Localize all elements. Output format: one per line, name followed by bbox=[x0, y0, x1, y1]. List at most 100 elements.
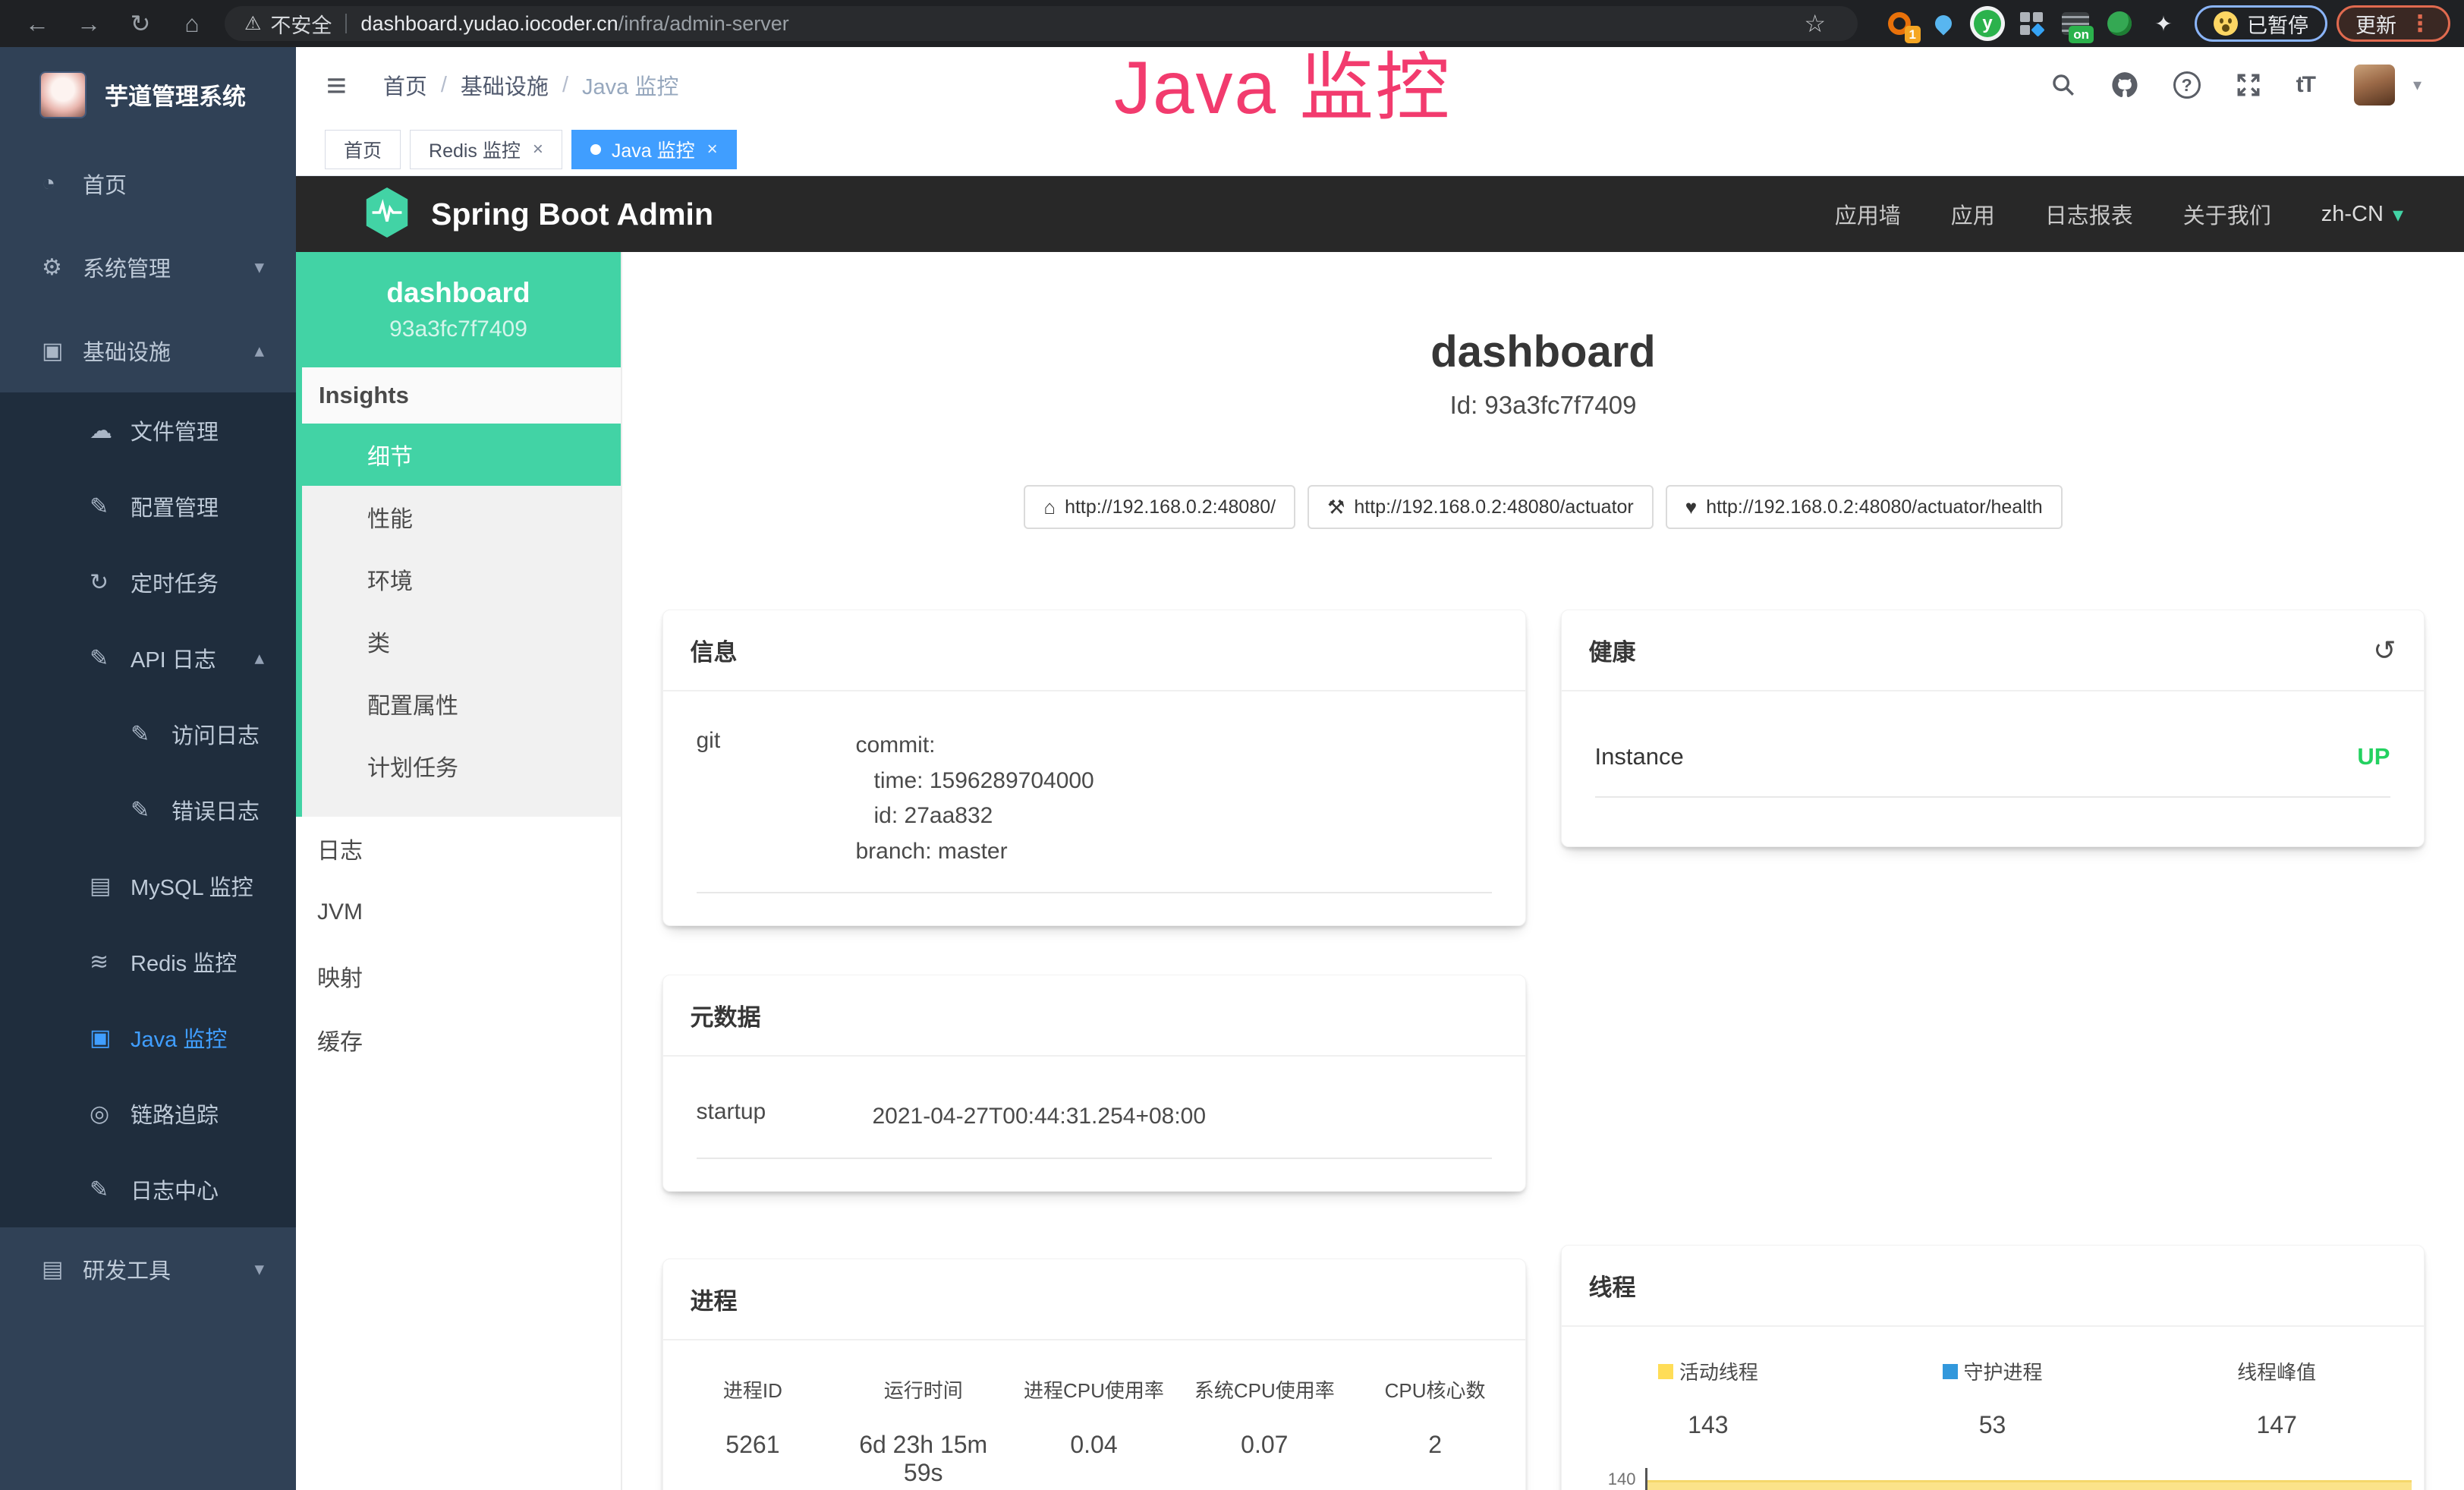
sidebar-item-scheduled-tasks[interactable]: ↻ 定时任务 bbox=[0, 544, 296, 620]
back-icon[interactable]: ← bbox=[23, 10, 52, 38]
process-col-header: 系统CPU使用率 bbox=[1179, 1375, 1350, 1403]
sba-item-mappings[interactable]: 映射 bbox=[296, 944, 621, 1008]
close-icon[interactable]: × bbox=[533, 139, 543, 160]
chevron-down-icon: ▾ bbox=[2393, 202, 2403, 227]
process-col-header: CPU核心数 bbox=[1350, 1375, 1521, 1403]
active-dot-icon bbox=[590, 144, 601, 155]
dashboard-icon: ◔ bbox=[42, 171, 83, 197]
actuator-url-button[interactable]: ⚒ http://192.168.0.2:48080/actuator bbox=[1308, 485, 1654, 529]
bookmark-star-icon[interactable]: ☆ bbox=[1804, 9, 1826, 38]
metadata-panel: 元数据 startup 2021-04-27T00:44:31.254+08:0… bbox=[662, 975, 1526, 1192]
github-icon[interactable] bbox=[2111, 71, 2138, 99]
app-logo bbox=[39, 71, 87, 118]
sba-nav-applications[interactable]: 应用 bbox=[1951, 198, 1995, 230]
java-monitor-annotation: Java 监控 bbox=[1114, 27, 1451, 135]
legend-label: 活动线程 bbox=[1679, 1357, 1758, 1385]
instance-id: 93a3fc7f7409 bbox=[389, 317, 527, 342]
locale-label: zh-CN bbox=[2321, 202, 2384, 227]
reload-icon[interactable]: ↻ bbox=[126, 9, 155, 38]
omnibox-divider bbox=[345, 14, 347, 33]
sba-item-caches[interactable]: 缓存 bbox=[296, 1008, 621, 1072]
sba-item-environment[interactable]: 环境 bbox=[302, 548, 621, 610]
extension-icon-orange-c[interactable]: 1 bbox=[1884, 8, 1915, 39]
sba-brand-title[interactable]: Spring Boot Admin bbox=[431, 197, 713, 232]
extension-icon-list-on[interactable]: on bbox=[2060, 8, 2091, 39]
close-icon[interactable]: × bbox=[707, 139, 718, 160]
metadata-row-value: 2021-04-27T00:44:31.254+08:00 bbox=[873, 1099, 1207, 1135]
sidebar-item-infrastructure[interactable]: ▣ 基础设施 ▴ bbox=[0, 309, 296, 392]
info-panel-title: 信息 bbox=[691, 633, 738, 667]
sidebar-item-label: 系统管理 bbox=[83, 251, 171, 283]
sidebar-item-access-logs[interactable]: ✎ 访问日志 bbox=[0, 696, 296, 772]
sidebar-item-error-logs[interactable]: ✎ 错误日志 bbox=[0, 772, 296, 848]
not-secure-warning-icon[interactable]: ⚠ bbox=[244, 12, 261, 35]
history-icon[interactable]: ↺ bbox=[2373, 635, 2396, 666]
tab-home[interactable]: 首页 bbox=[325, 130, 401, 169]
sba-item-metrics[interactable]: 性能 bbox=[302, 486, 621, 548]
font-size-icon[interactable]: tT bbox=[2296, 72, 2315, 98]
process-col-header: 运行时间 bbox=[838, 1375, 1009, 1403]
chevron-down-icon: ▾ bbox=[254, 1258, 264, 1281]
search-icon[interactable] bbox=[2050, 72, 2076, 98]
metadata-row-label: startup bbox=[697, 1099, 873, 1135]
extension-icon-green-leaf[interactable] bbox=[2104, 8, 2135, 39]
forward-icon[interactable]: → bbox=[74, 10, 103, 38]
legend-value: 143 bbox=[1566, 1411, 1851, 1439]
address-bar[interactable]: ⚠ 不安全 dashboard.yudao.iocoder.cn /infra/… bbox=[225, 6, 1858, 41]
sba-item-classes[interactable]: 类 bbox=[302, 610, 621, 673]
sba-item-config-props[interactable]: 配置属性 bbox=[302, 673, 621, 735]
extension-icon-grid[interactable] bbox=[2016, 8, 2047, 39]
app-brand[interactable]: 芋道管理系统 bbox=[0, 47, 296, 142]
legend-swatch-active-threads bbox=[1658, 1364, 1673, 1379]
avatar[interactable] bbox=[2354, 65, 2395, 106]
breadcrumb-home[interactable]: 首页 bbox=[383, 69, 427, 101]
sba-item-scheduled-tasks[interactable]: 计划任务 bbox=[302, 735, 621, 797]
paused-button[interactable]: 已暂停 bbox=[2195, 5, 2327, 42]
sba-item-logs[interactable]: 日志 bbox=[296, 817, 621, 880]
breadcrumb-separator: / bbox=[562, 73, 568, 98]
breadcrumb-infrastructure[interactable]: 基础设施 bbox=[461, 69, 549, 101]
extension-icon-y[interactable]: y bbox=[1972, 8, 2003, 39]
help-icon[interactable]: ? bbox=[2173, 71, 2201, 99]
sidebar-item-log-center[interactable]: ✎ 日志中心 bbox=[0, 1151, 296, 1227]
collapse-sidebar-icon[interactable]: ≡ bbox=[326, 65, 347, 106]
tab-redis-monitor[interactable]: Redis 监控 × bbox=[410, 130, 562, 169]
sidebar-item-api-logs[interactable]: ✎ API 日志 ▴ bbox=[0, 620, 296, 696]
threads-panel: 线程 活动线程 1 bbox=[1561, 1245, 2425, 1490]
sba-logo-icon bbox=[363, 186, 411, 243]
extensions-puzzle-icon[interactable]: ✦ bbox=[2148, 8, 2179, 39]
health-url-button[interactable]: ♥ http://192.168.0.2:48080/actuator/heal… bbox=[1666, 485, 2063, 529]
insights-group-label[interactable]: Insights bbox=[302, 367, 621, 424]
tab-java-monitor[interactable]: Java 监控 × bbox=[571, 130, 737, 169]
tab-label: Redis 监控 bbox=[429, 136, 521, 163]
avatar-caret-down-icon[interactable]: ▾ bbox=[2413, 75, 2422, 95]
fullscreen-icon[interactable] bbox=[2236, 72, 2261, 98]
update-browser-button[interactable]: 更新 ⋮ bbox=[2337, 5, 2450, 42]
sba-item-details[interactable]: 细节 bbox=[296, 424, 621, 486]
blue-pin-icon bbox=[1931, 11, 1955, 35]
sba-locale-select[interactable]: zh-CN ▾ bbox=[2321, 202, 2403, 227]
sidebar-item-file-management[interactable]: ☁ 文件管理 bbox=[0, 392, 296, 468]
instance-header[interactable]: dashboard 93a3fc7f7409 bbox=[296, 252, 621, 367]
sba-nav-wallboard[interactable]: 应用墙 bbox=[1835, 198, 1901, 230]
home-icon[interactable]: ⌂ bbox=[178, 10, 206, 38]
sba-nav-about[interactable]: 关于我们 bbox=[2183, 198, 2271, 230]
sidebar-item-mysql-monitor[interactable]: ▤ MySQL 监控 bbox=[0, 848, 296, 924]
sidebar-item-redis-monitor[interactable]: ≋ Redis 监控 bbox=[0, 924, 296, 1000]
sba-nav-journal[interactable]: 日志报表 bbox=[2045, 198, 2133, 230]
url-path: /infra/admin-server bbox=[618, 12, 789, 36]
sidebar-item-system-management[interactable]: ⚙ 系统管理 ▾ bbox=[0, 225, 296, 309]
sidebar-item-java-monitor[interactable]: ▣ Java 监控 bbox=[0, 1000, 296, 1076]
sidebar-item-config-management[interactable]: ✎ 配置管理 bbox=[0, 468, 296, 544]
sidebar-item-tracing[interactable]: ◎ 链路追踪 bbox=[0, 1076, 296, 1151]
extension-icon-pin[interactable] bbox=[1928, 8, 1959, 39]
info-row-label: git bbox=[697, 728, 856, 869]
sidebar-item-dev-tools[interactable]: ▤ 研发工具 ▾ bbox=[0, 1227, 296, 1311]
sba-item-jvm[interactable]: JVM bbox=[296, 880, 621, 944]
home-icon: ⌂ bbox=[1043, 496, 1056, 519]
info-panel: 信息 git commit: time: 1596289704000 id: 2 bbox=[662, 610, 1526, 926]
process-panel: 进程 进程ID 5261 运行时间 6d 23h 15m bbox=[662, 1258, 1526, 1490]
sidebar-item-home[interactable]: ◔ 首页 bbox=[0, 142, 296, 225]
service-url-button[interactable]: ⌂ http://192.168.0.2:48080/ bbox=[1024, 485, 1295, 529]
browser-menu-dots-icon[interactable]: ⋮ bbox=[2409, 11, 2431, 37]
